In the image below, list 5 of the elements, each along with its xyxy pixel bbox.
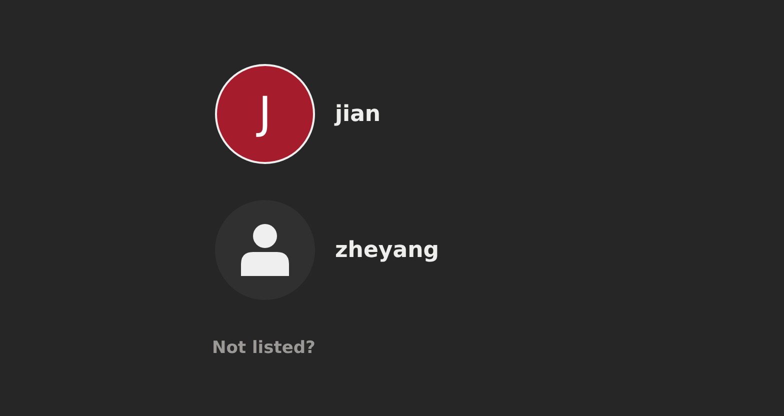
- user-name[interactable]: jian: [335, 98, 381, 130]
- user-avatar[interactable]: J: [215, 64, 315, 164]
- not-listed-link[interactable]: Not listed?: [212, 336, 316, 362]
- person-icon: [241, 224, 289, 276]
- user-name[interactable]: zheyang: [335, 234, 439, 266]
